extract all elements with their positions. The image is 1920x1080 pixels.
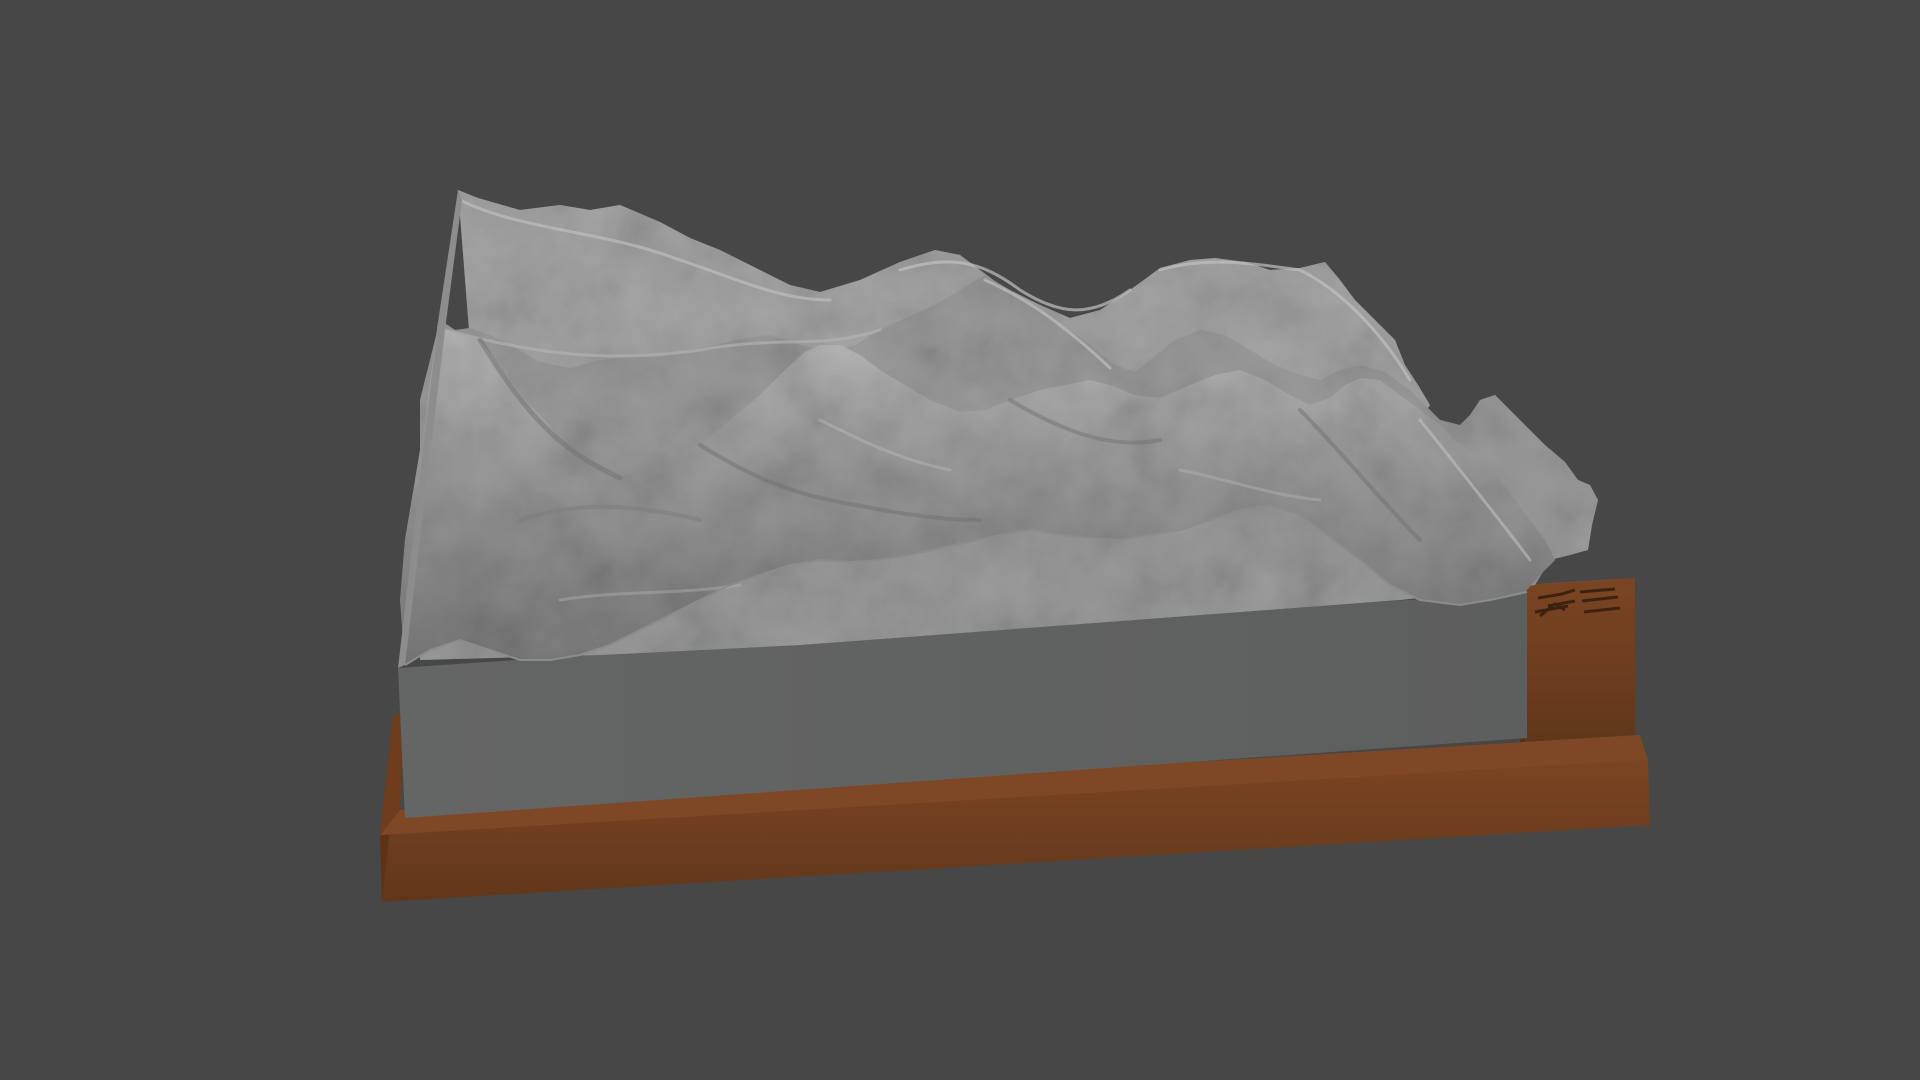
viewport-canvas — [0, 0, 1920, 1080]
3d-viewport[interactable] — [0, 0, 1920, 1080]
base-upright-front — [1525, 578, 1635, 742]
